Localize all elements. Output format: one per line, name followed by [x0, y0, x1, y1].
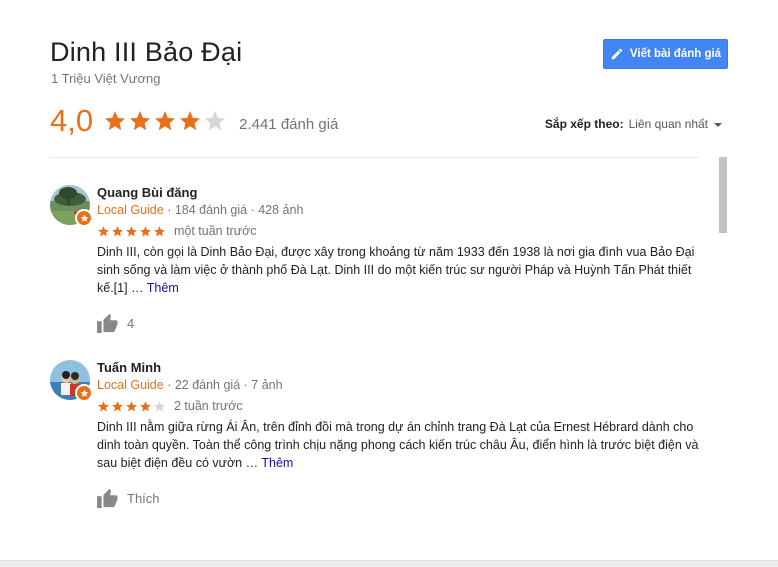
avatar[interactable] [50, 185, 93, 227]
write-review-label: Viết bài đánh giá [629, 48, 722, 60]
rating-summary: 4,0 2.441 đánh giá [50, 101, 338, 141]
place-address: 1 Triệu Việt Vương [51, 71, 161, 86]
star-empty-icon [154, 400, 165, 411]
more-link[interactable]: Thêm [261, 456, 293, 470]
local-guide-label: Local Guide [97, 203, 164, 217]
star-filled-icon [98, 225, 109, 236]
review-count[interactable]: 2.441 đánh giá [239, 116, 338, 133]
rating-stars [103, 109, 227, 133]
local-guide-badge-icon [75, 384, 93, 402]
sort-dropdown[interactable]: Liên quan nhất [629, 117, 722, 131]
more-link[interactable]: Thêm [147, 281, 179, 295]
like-button[interactable]: Thích [97, 488, 697, 508]
star-filled-icon [98, 400, 109, 411]
reviewer-name[interactable]: Tuấn Minh [97, 360, 697, 376]
divider [50, 157, 700, 158]
sort-value: Liên quan nhất [628, 117, 708, 131]
reviewer-name[interactable]: Quang Bùi đăng [97, 185, 697, 201]
review-stars [97, 225, 167, 238]
chevron-down-icon [714, 123, 722, 127]
review-text-body: Dinh III, còn gọi là Dinh Bảo Đại, được … [97, 245, 695, 295]
review-text-body: Dinh III nằm giữa rừng Ái Ân, trên đỉnh … [97, 420, 699, 470]
sort-control: Sắp xếp theo: Liên quan nhất [545, 117, 722, 131]
review-stars [97, 400, 167, 413]
star-filled-icon [140, 225, 151, 236]
review-time: một tuần trước [174, 224, 257, 238]
star-empty-icon [205, 111, 226, 131]
sort-label: Sắp xếp theo: [544, 117, 624, 131]
average-rating: 4,0 [50, 103, 94, 138]
pencil-icon [611, 48, 623, 60]
local-guide-badge-icon [75, 209, 93, 227]
like-button[interactable]: 4 [97, 313, 697, 333]
star-filled-icon [180, 111, 201, 131]
star-filled-icon [112, 400, 123, 411]
star-filled-icon [154, 225, 165, 236]
thumbs-up-icon [97, 313, 118, 333]
place-title: Dinh III Bảo Đại [50, 37, 243, 67]
review-text: Dinh III nằm giữa rừng Ái Ân, trên đỉnh … [97, 418, 702, 472]
scrollbar[interactable] [719, 157, 727, 233]
star-filled-icon [105, 111, 126, 131]
reviewer-stats: · 184 đánh giá · 428 ảnh [163, 203, 304, 217]
reviewer-meta: Local Guide · 184 đánh giá · 428 ảnh [97, 202, 697, 218]
star-filled-icon [126, 225, 137, 236]
star-filled-icon [126, 400, 137, 411]
review-text: Dinh III, còn gọi là Dinh Bảo Đại, được … [97, 243, 702, 297]
local-guide-label: Local Guide [97, 378, 164, 392]
star-filled-icon [155, 111, 176, 131]
avatar[interactable] [50, 360, 93, 402]
review-time: 2 tuần trước [174, 399, 243, 413]
star-filled-icon [140, 400, 151, 411]
thumbs-up-icon [97, 488, 118, 508]
reviewer-stats: · 22 đánh giá · 7 ảnh [163, 378, 283, 392]
like-count: 4 [127, 315, 135, 331]
star-filled-icon [130, 111, 151, 131]
reviewer-meta: Local Guide · 22 đánh giá · 7 ảnh [97, 377, 697, 393]
write-review-button[interactable]: Viết bài đánh giá [603, 39, 728, 69]
like-count: Thích [127, 490, 160, 506]
star-filled-icon [112, 225, 123, 236]
